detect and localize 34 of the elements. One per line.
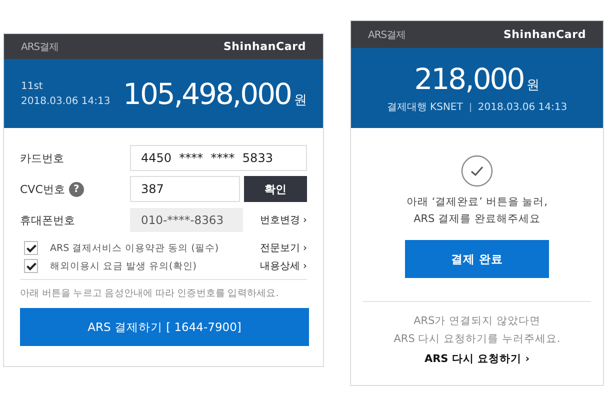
payment-datetime: 2018.03.06 14:13 — [21, 94, 110, 108]
card-number-field[interactable]: 4450 **** **** 5833 — [130, 145, 307, 171]
retry-note: ARS가 연결되지 않았다면 ARS 다시 요청하기를 누러주세요. — [394, 314, 560, 347]
amount-value: 218,000 — [414, 62, 524, 96]
checkmark-icon — [461, 155, 493, 187]
header-title: ARS결제 — [21, 40, 59, 54]
complete-payment-button[interactable]: 결제 완료 — [405, 240, 549, 278]
cvc-field[interactable]: 387 — [130, 176, 240, 202]
checkbox[interactable] — [24, 241, 38, 255]
field-label: CVC번호 — [20, 182, 65, 196]
help-icon[interactable]: ? — [68, 182, 84, 196]
amount-value: 105,498,000 — [123, 76, 291, 110]
header-title: ARS결제 — [368, 28, 406, 42]
field-label: 카드번호 — [20, 150, 64, 166]
instruction-text: 아래 ‘결제완료’ 버튼을 눌러, ARS 결제를 완료해주세요 — [406, 195, 548, 227]
agreement-label: 해외이용시 요금 발생 유의(확인) — [50, 260, 196, 272]
payment-datetime: 2018.03.06 14:13 — [478, 102, 568, 112]
retry-link[interactable]: ARS 다시 요청하기 › — [424, 352, 530, 366]
brand-logo: ShinhanCard — [503, 28, 586, 41]
merchant-name: 11st — [21, 80, 44, 94]
ars-pay-button[interactable]: ARS 결제하기 [ 1644-7900] — [20, 308, 309, 346]
agreement-label: ARS 결제서비스 이용약관 동의 (필수) — [50, 242, 219, 254]
brand-logo: ShinhanCard — [223, 40, 306, 53]
field-label: 휴대폰번호 — [20, 212, 75, 228]
currency-unit: 원 — [294, 92, 307, 108]
instruction-text: 아래 버튼을 누르고 음성안내에 따라 인증번호를 입력하세요. — [20, 279, 307, 300]
details-link[interactable]: 전문보기 › — [260, 241, 307, 255]
change-number-link[interactable]: 번호변경 › — [260, 213, 307, 227]
checkbox[interactable] — [24, 259, 38, 273]
currency-unit: 원 — [526, 77, 540, 94]
details-link[interactable]: 내용상세 › — [260, 259, 307, 273]
phone-number-field: 010-****-8363 — [130, 208, 243, 232]
confirm-button[interactable]: 확인 — [244, 176, 307, 202]
payment-agent: 결제대행 KSNET — [386, 101, 463, 114]
